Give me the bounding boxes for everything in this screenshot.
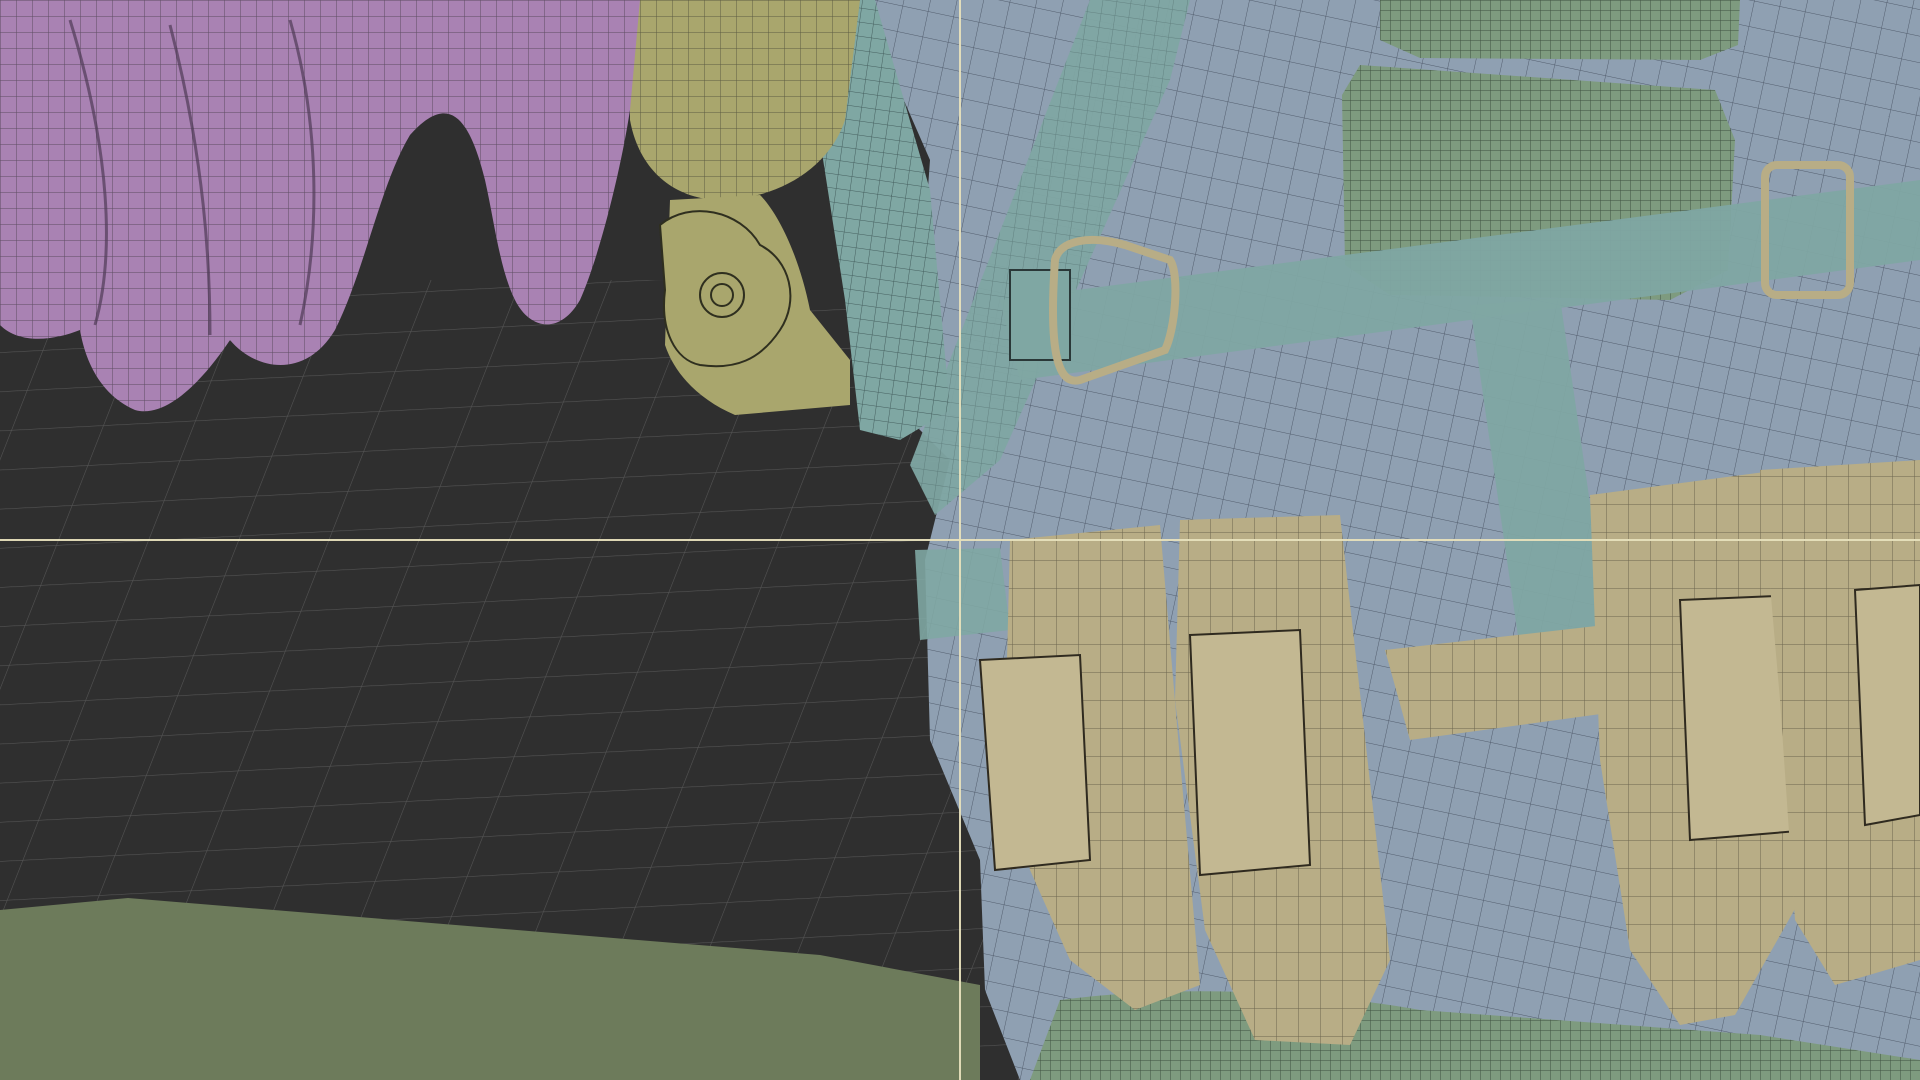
scene-svg <box>0 0 1920 1080</box>
mag-pouch-right[interactable] <box>1590 460 1920 1025</box>
3d-viewport[interactable] <box>0 0 1920 1080</box>
